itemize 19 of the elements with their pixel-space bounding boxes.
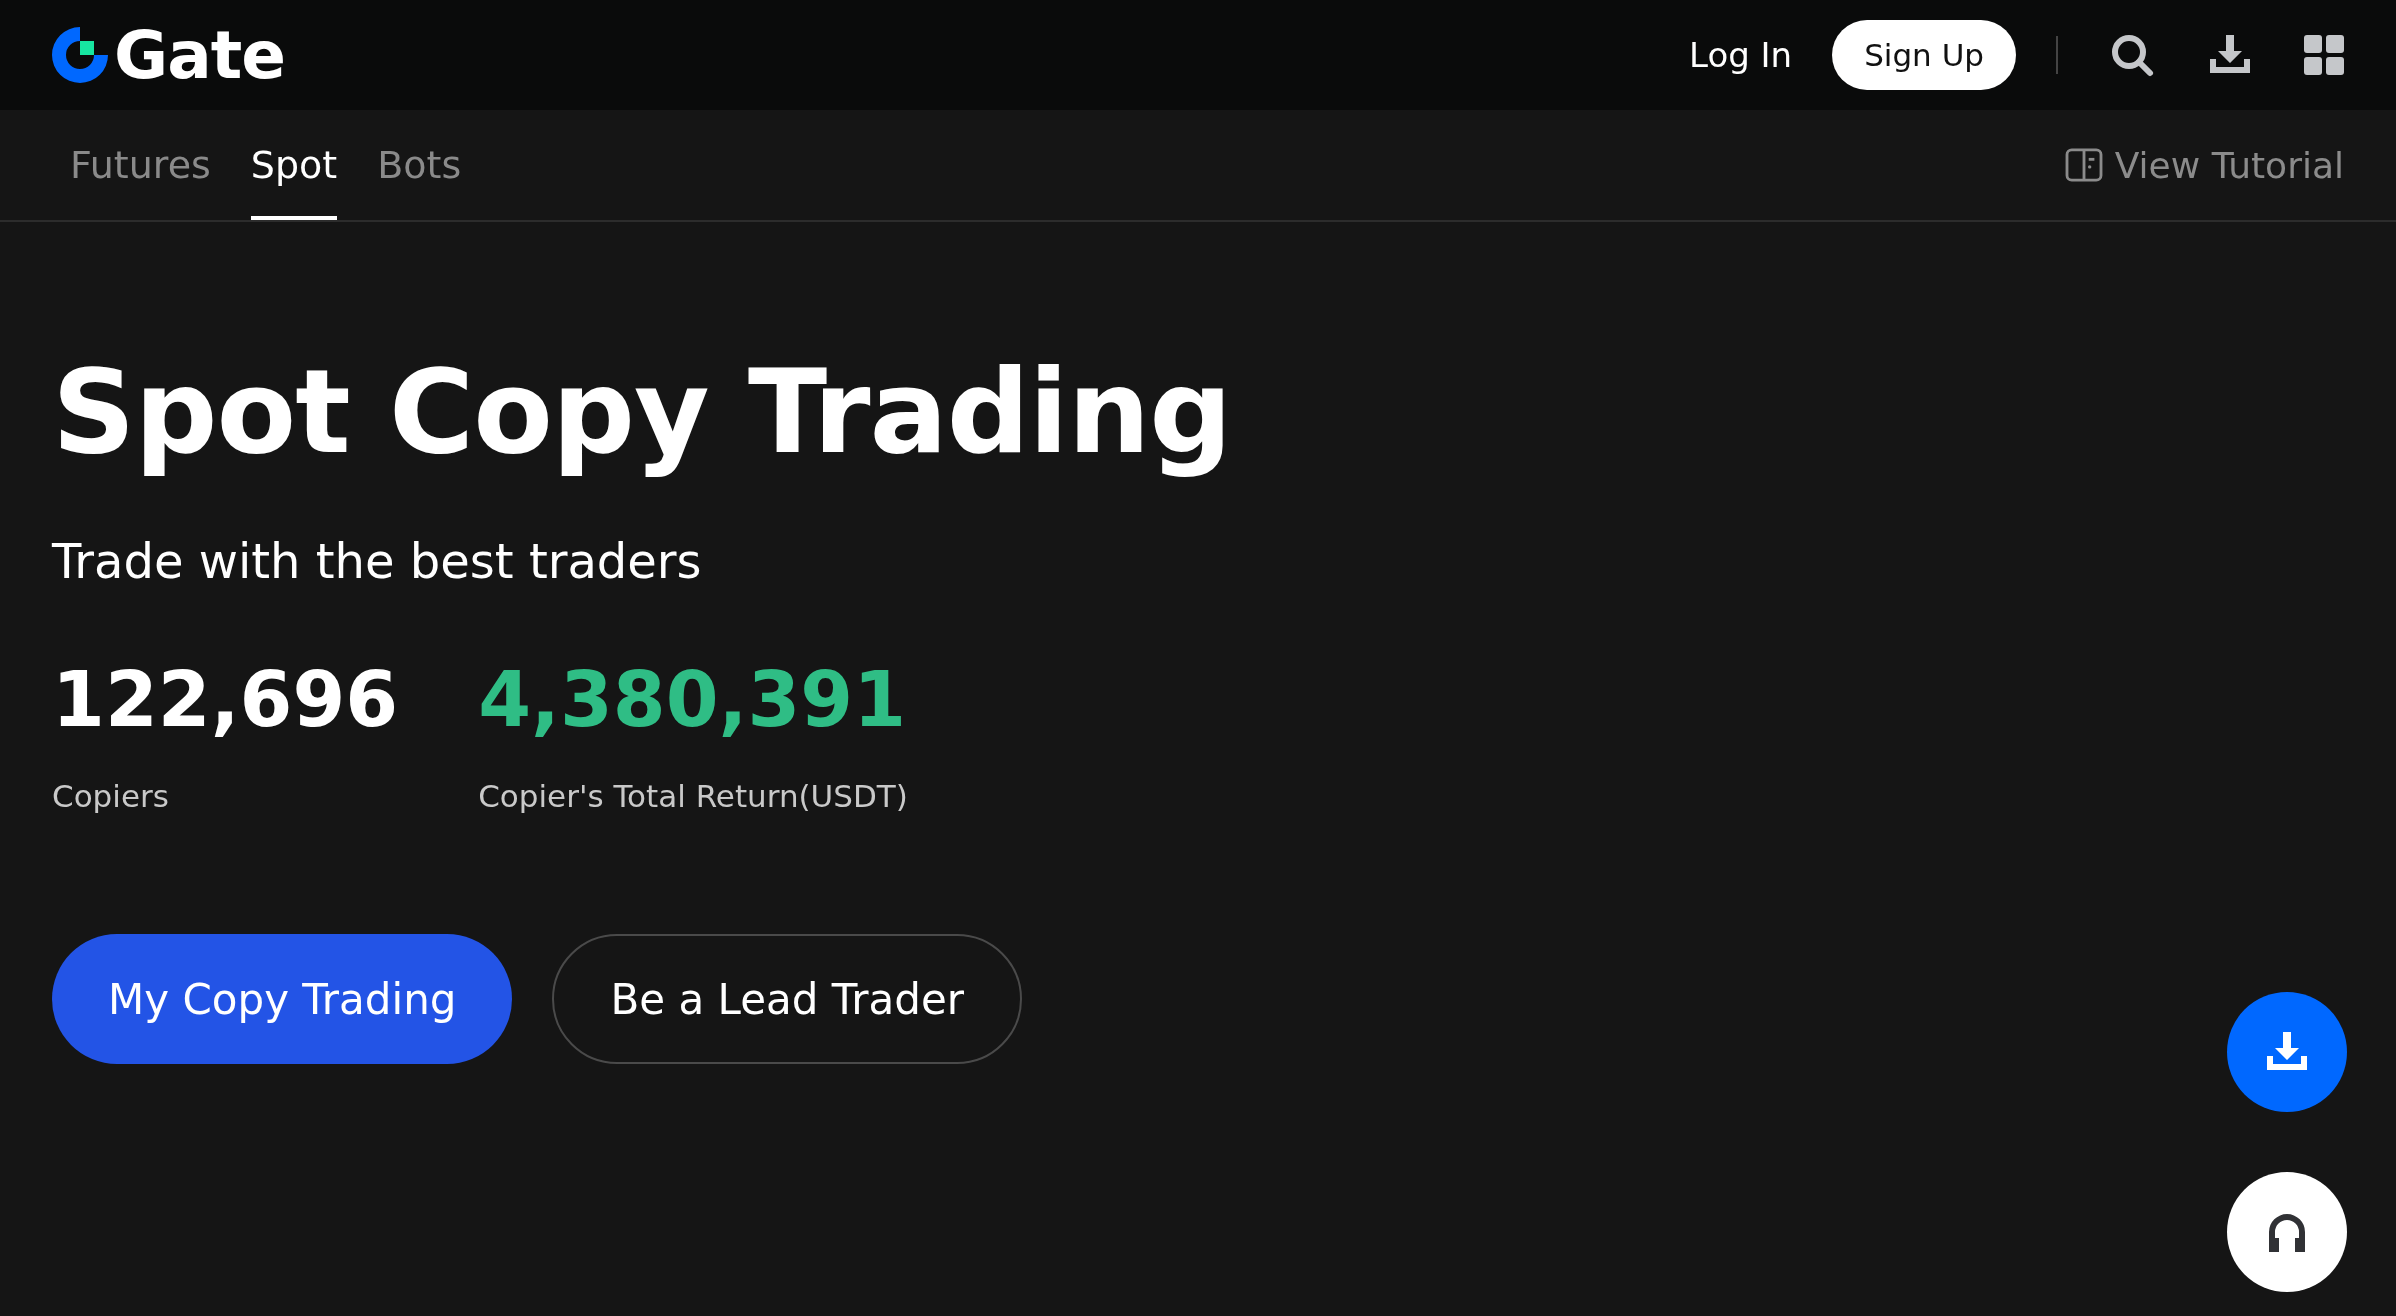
stat-label: Copiers — [52, 778, 170, 815]
subtitle: Trade with the best traders — [52, 533, 703, 590]
my-copy-trading-button[interactable]: My Copy Trading — [52, 934, 513, 1065]
apps-grid-icon[interactable] — [2304, 35, 2344, 75]
tab[interactable]: Spot — [250, 110, 338, 220]
logo[interactable]: Gate — [50, 16, 286, 94]
tab[interactable]: Futures — [70, 110, 211, 220]
book-icon — [2064, 148, 2103, 182]
stat-label: Copier's Total Return(USDT) — [478, 778, 908, 815]
logo-text: Gate — [114, 16, 286, 94]
tab[interactable]: Bots — [377, 110, 462, 220]
stat-value: 122,696 — [52, 655, 399, 745]
login-link[interactable]: Log In — [1689, 35, 1793, 75]
lead-trader-button[interactable]: Be a Lead Trader — [552, 934, 1023, 1065]
page-title: Spot Copy Trading — [52, 343, 1233, 481]
logo-icon — [50, 25, 110, 85]
view-tutorial-link[interactable]: View Tutorial — [2064, 110, 2344, 220]
stat-value: 4,380,391 — [478, 655, 908, 745]
signup-button[interactable]: Sign Up — [1832, 20, 2016, 90]
